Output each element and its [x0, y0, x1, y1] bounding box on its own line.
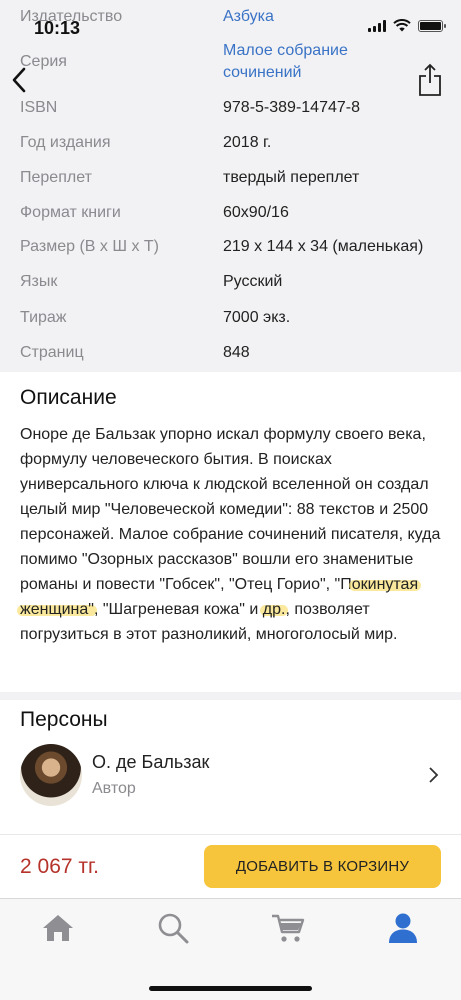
spec-label: Серия	[20, 53, 67, 70]
spec-row-pages: Страниц 848	[20, 342, 250, 364]
spec-value: 219 x 144 x 34 (маленькая)	[223, 238, 424, 255]
series-link[interactable]: Малое собрание сочинений	[223, 40, 348, 84]
persons-title: Персоны	[20, 708, 108, 731]
tab-profile[interactable]	[383, 911, 423, 945]
add-to-cart-button[interactable]: ДОБАВИТЬ В КОРЗИНУ	[204, 845, 441, 888]
profile-icon	[389, 913, 417, 943]
person-name: О. де Бальзак	[92, 752, 210, 772]
person-item[interactable]: О. де Бальзак Автор	[20, 742, 441, 808]
spec-row-language: Язык Русский	[20, 271, 282, 293]
spec-row-series: Серия Малое собрание сочинений	[20, 40, 348, 84]
share-button[interactable]	[417, 62, 443, 98]
spec-value: 7000 экз.	[223, 309, 291, 326]
spec-row-size: Размер (В х Ш х Т) 219 x 144 x 34 (мален…	[20, 236, 423, 258]
description-section: Описание Оноре де Бальзак упорно искал ф…	[0, 372, 461, 692]
signal-icon	[368, 19, 386, 32]
spec-value: твердый переплет	[223, 169, 360, 186]
purchase-bar: 2 067 тг. ДОБАВИТЬ В КОРЗИНУ	[0, 834, 461, 898]
spec-label: Язык	[20, 273, 58, 290]
tab-home[interactable]	[38, 911, 78, 945]
status-bar: 10:13	[0, 0, 461, 44]
description-text: Оноре де Бальзак упорно искал формулу св…	[20, 422, 441, 647]
avatar	[20, 744, 82, 806]
description-part: , "Шагреневая кожа" и	[93, 601, 263, 618]
spec-value: 978-5-389-14747-8	[223, 99, 360, 116]
highlighted-text: др.	[262, 601, 286, 618]
spec-value: Русский	[223, 273, 283, 290]
tab-cart[interactable]	[268, 911, 308, 945]
spec-value: 2018 г.	[223, 134, 272, 151]
spec-label: Тираж	[20, 309, 67, 326]
chevron-left-icon	[12, 67, 26, 93]
spec-label: Страниц	[20, 344, 84, 361]
series-line-2: сочинений	[223, 64, 302, 81]
tab-bar	[0, 898, 461, 1000]
highlighted-text: окинутая	[351, 576, 419, 593]
spec-label: Переплет	[20, 169, 92, 186]
person-info: О. де Бальзак Автор	[92, 752, 427, 798]
spec-value: 848	[223, 344, 250, 361]
person-role: Автор	[92, 780, 136, 797]
highlighted-text: женщина"	[20, 601, 94, 618]
spec-label: Размер (В х Ш х Т)	[20, 238, 159, 255]
spec-row-year: Год издания 2018 г.	[20, 132, 271, 154]
spec-label: ISBN	[20, 99, 58, 116]
status-time: 10:13	[34, 18, 81, 38]
spec-row-circulation: Тираж 7000 экз.	[20, 307, 290, 329]
description-part: Оноре де Бальзак упорно искал формулу св…	[20, 426, 441, 593]
search-icon	[158, 913, 189, 944]
status-icons	[368, 19, 446, 32]
spec-row-format: Формат книги 60x90/16	[20, 202, 289, 224]
battery-icon	[418, 19, 446, 32]
share-icon	[419, 63, 441, 96]
spec-value: 60x90/16	[223, 204, 289, 221]
chevron-right-icon	[429, 767, 439, 783]
home-icon	[43, 915, 73, 941]
spec-row-binding: Переплет твердый переплет	[20, 167, 359, 189]
cart-icon	[272, 914, 305, 942]
back-button[interactable]	[6, 62, 36, 98]
spec-label: Формат книги	[20, 204, 121, 221]
description-title: Описание	[20, 386, 117, 409]
home-indicator	[149, 986, 312, 991]
spec-row-isbn: ISBN 978-5-389-14747-8	[20, 97, 360, 119]
wifi-icon	[393, 19, 411, 32]
spec-label: Год издания	[20, 134, 111, 151]
persons-section: Персоны О. де Бальзак Автор	[0, 700, 461, 834]
price: 2 067 тг.	[20, 854, 99, 878]
tab-search[interactable]	[153, 911, 193, 945]
